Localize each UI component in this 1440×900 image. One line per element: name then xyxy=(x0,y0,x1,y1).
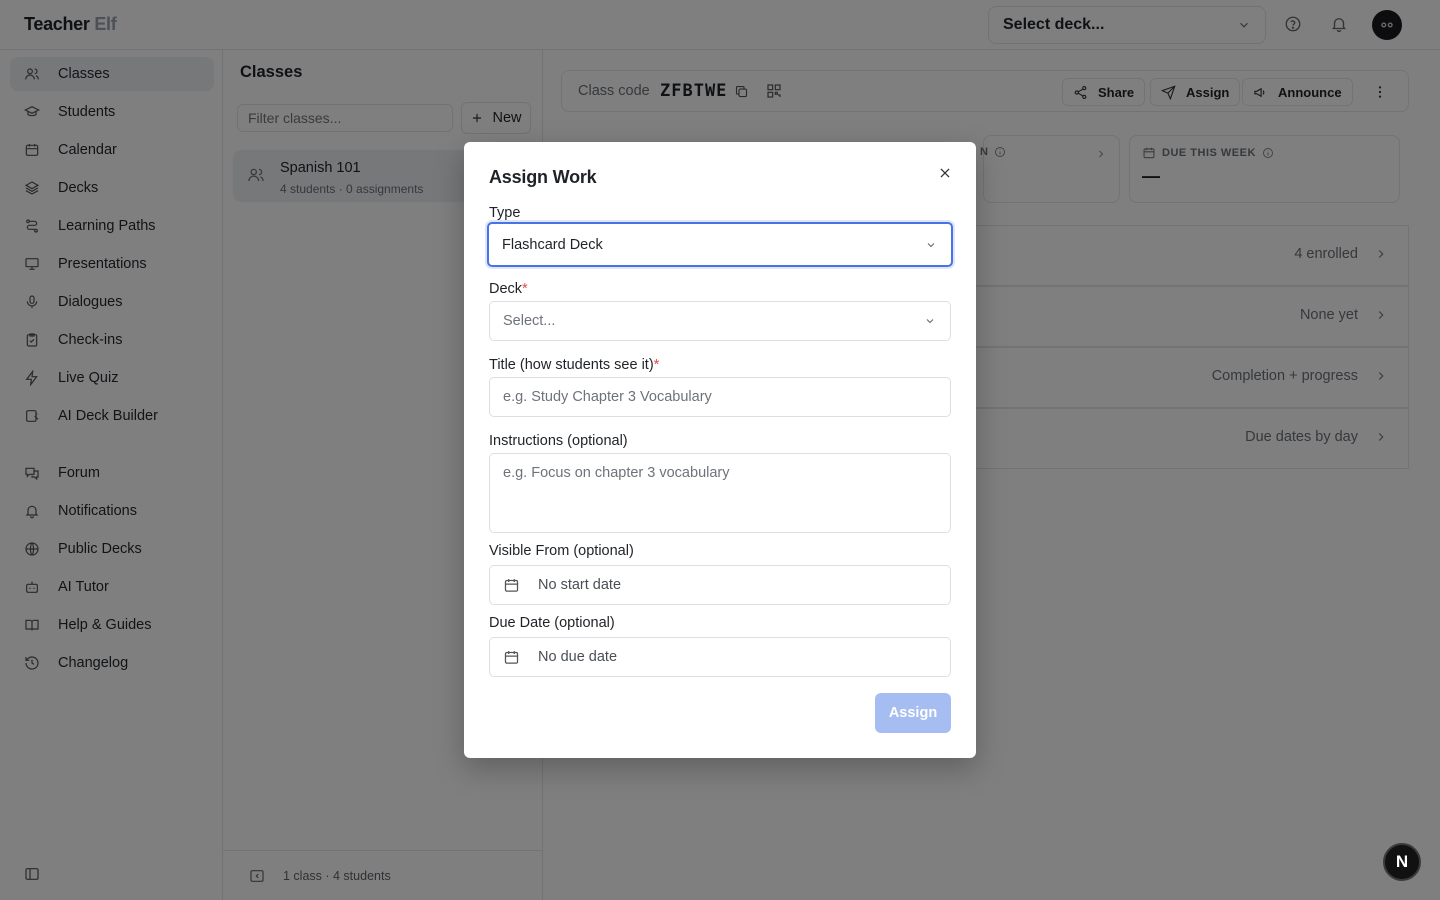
close-icon xyxy=(940,168,950,178)
required-marker: * xyxy=(653,357,660,373)
calendar-icon xyxy=(504,578,519,592)
assign-work-dialog: Assign Work Type Flashcard Deck Deck* Se… xyxy=(464,142,976,758)
deck-select-field[interactable]: Select... xyxy=(489,301,951,341)
title-input[interactable]: e.g. Study Chapter 3 Vocabulary xyxy=(489,377,951,417)
visible-from-date-picker[interactable]: No start date xyxy=(489,565,951,605)
type-select-value: Flashcard Deck xyxy=(502,236,603,253)
type-select[interactable]: Flashcard Deck xyxy=(487,222,953,267)
visible-from-value: No start date xyxy=(538,577,622,593)
framework-badge[interactable]: N xyxy=(1383,843,1421,881)
chevron-down-icon xyxy=(927,242,935,247)
title-label-text: Title (how students see it) xyxy=(489,357,654,373)
deck-select-placeholder: Select... xyxy=(503,313,556,329)
due-date-label: Due Date (optional) xyxy=(489,615,615,631)
close-button[interactable] xyxy=(936,164,954,182)
type-label: Type xyxy=(489,205,521,221)
calendar-icon xyxy=(504,650,519,664)
title-placeholder: e.g. Study Chapter 3 Vocabulary xyxy=(503,389,712,405)
required-marker: * xyxy=(522,281,528,297)
instructions-label: Instructions (optional) xyxy=(489,433,628,449)
instructions-placeholder: e.g. Focus on chapter 3 vocabulary xyxy=(503,465,730,481)
due-date-picker[interactable]: No due date xyxy=(489,637,951,677)
deck-label-text: Deck xyxy=(489,281,523,297)
dialog-title: Assign Work xyxy=(489,167,597,187)
assign-button[interactable]: Assign xyxy=(875,693,951,733)
deck-label: Deck* xyxy=(489,281,528,297)
chevron-down-icon xyxy=(926,319,934,324)
visible-from-label: Visible From (optional) xyxy=(489,543,634,559)
due-date-value: No due date xyxy=(538,649,618,665)
title-label: Title (how students see it)* xyxy=(489,357,659,373)
instructions-textarea[interactable]: e.g. Focus on chapter 3 vocabulary xyxy=(489,453,951,533)
